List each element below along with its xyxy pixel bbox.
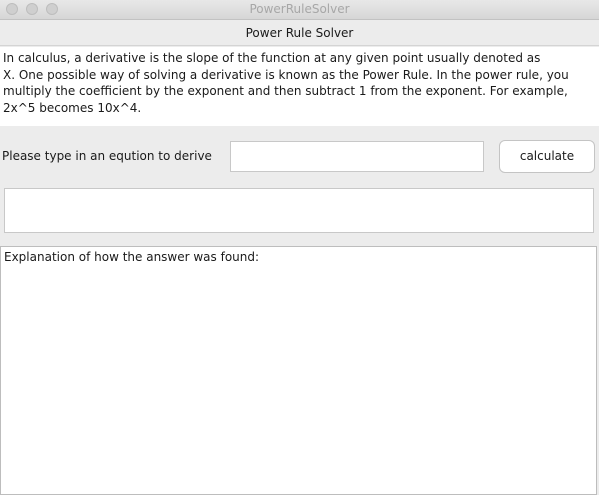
explanation-text: Explanation of how the answer was found: (4, 250, 260, 264)
page-title: Power Rule Solver (0, 20, 599, 46)
window-titlebar: PowerRuleSolver (0, 0, 599, 20)
calculate-button[interactable]: calculate (499, 140, 595, 173)
equation-prompt-label: Please type in an eqution to derive (2, 149, 212, 163)
window-title: PowerRuleSolver (249, 2, 350, 16)
equation-input[interactable] (230, 141, 484, 172)
result-field[interactable] (4, 188, 594, 233)
description-line: multiply the coefficient by the exponent… (3, 84, 568, 98)
description-line: In calculus, a derivative is the slope o… (3, 51, 541, 65)
explanation-area[interactable]: Explanation of how the answer was found: (0, 246, 597, 495)
description-text: In calculus, a derivative is the slope o… (0, 47, 599, 126)
description-line: X. One possible way of solving a derivat… (3, 67, 569, 82)
description-line: 2x^5 becomes 10x^4. (3, 100, 142, 115)
